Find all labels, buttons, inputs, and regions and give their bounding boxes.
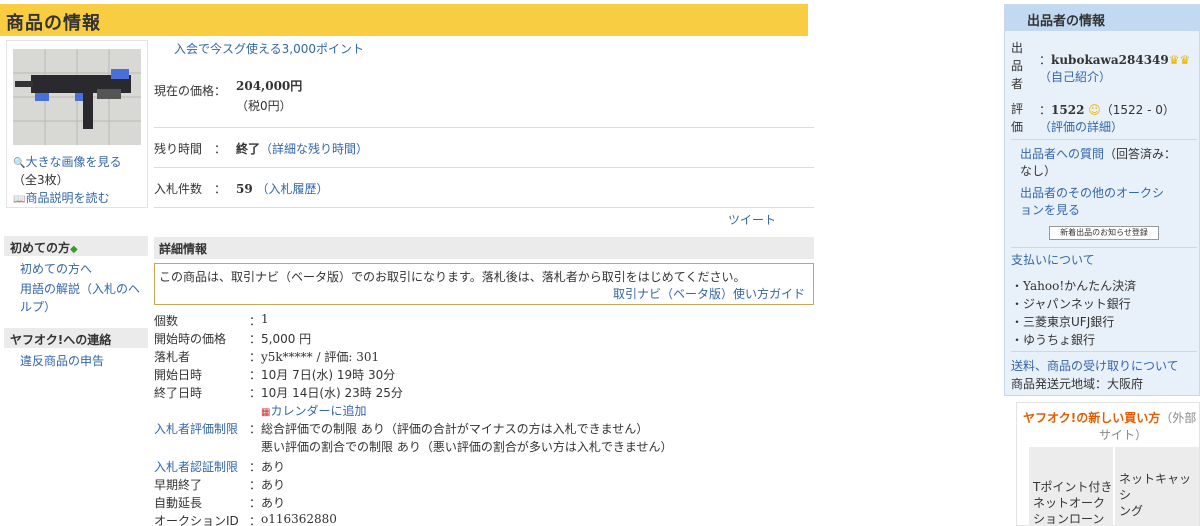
crown-icon: ♛♛ [1168, 53, 1191, 67]
auction-id-value: o116362880 [261, 512, 337, 526]
time-left-value: 終了（詳細な残り時間） [236, 142, 369, 156]
rating-label: 評 [1011, 102, 1024, 116]
detail-key: 早期終了 [154, 478, 203, 492]
new-way-to-buy-box: ヤフオク!の新しい買い方（外部 サイト） Tポイント付き ネットオーク ションローン… [1016, 402, 1200, 526]
contact-heading: ヤフオク!への連絡 [4, 328, 148, 348]
product-thumbnail[interactable] [13, 49, 141, 145]
add-calendar-link[interactable]: ▦カレンダーに追加 [261, 402, 366, 419]
promo-link[interactable]: 入会で今スグ使える3,000ポイント [174, 40, 364, 57]
rating-detail-link[interactable]: （評価の詳細） [1039, 118, 1123, 135]
seller-label: 品 [1011, 59, 1024, 73]
bid-count-row: 入札件数 ： 59 （入札履歴） [154, 168, 814, 208]
bid-count-label: 入札件数 ： [154, 182, 227, 196]
tax-amount: （税0円） [236, 99, 292, 113]
beginner-mark-icon: ◆ [70, 244, 78, 255]
winner-value: y5k***** / 評価: 301 [261, 350, 380, 364]
detail-key: 落札者 [154, 350, 191, 364]
seller-rating: ：1522 ☺（1522 - 0） [1039, 103, 1175, 117]
other-auctions-link[interactable]: 出品者のその他のオークシ [1020, 184, 1164, 201]
seller-name-link[interactable]: kubokawa284349 [1051, 53, 1169, 67]
current-price-row: 現在の価格： 204,000円 （税0円） [154, 62, 814, 128]
detail-value: 5,000 円 [261, 332, 312, 346]
magnifier-icon: 🔍 [13, 158, 26, 169]
seller-info-heading: 出品者の情報 [1005, 5, 1200, 31]
time-left-detail-link[interactable]: （詳細な残り時間） [260, 142, 368, 156]
seller-name: ：kubokawa284349♛♛ [1039, 53, 1191, 67]
image-count: （全3枚） [13, 173, 69, 187]
seller-label: 出 [1011, 41, 1024, 55]
thumbnail-box: 🔍大きな画像を見る （全3枚） 📖商品説明を読む [6, 40, 148, 208]
new-listing-register-button[interactable]: 新着出品のお知らせ登録 [1049, 226, 1159, 240]
current-price-value: 204,000円 [236, 79, 303, 93]
beginners-heading: 初めての方◆ [4, 236, 148, 256]
rating-label: 価 [1011, 120, 1024, 134]
bid-history-link[interactable]: （入札履歴） [257, 182, 329, 196]
sidebar-link-report[interactable]: 違反商品の申告 [20, 352, 104, 370]
detail-key: 個数 [154, 314, 179, 328]
detail-value: あり [261, 496, 286, 510]
current-price-label: 現在の価格： [154, 84, 227, 98]
notice-text: この商品は、取引ナビ（ベータ版）でのお取引になります。落札後は、落札者から取引を… [159, 270, 746, 284]
detail-value: あり [261, 460, 286, 474]
shipping-link[interactable]: 送料、商品の受け取りについて [1011, 357, 1179, 374]
bid-count-value: 59 （入札履歴） [236, 182, 329, 196]
trade-navi-guide-link[interactable]: 取引ナビ（ベータ版）使い方ガイド [613, 285, 805, 302]
detail-key: 終了日時 [154, 386, 203, 400]
question-count: なし） [1020, 164, 1057, 178]
detail-key: 開始日時 [154, 368, 203, 382]
page-title: 商品の情報 [6, 13, 101, 34]
sidebar-link-glossary-cont[interactable]: ルプ） [20, 298, 56, 316]
payment-item: ・ジャパンネット銀行 [1011, 297, 1131, 311]
detail-value: 総合評価での制限 あり（評価の合計がマイナスの方は入札できません） [261, 422, 649, 436]
seller-label: 者 [1011, 77, 1024, 91]
payment-item: ・ゆうちょ銀行 [1011, 333, 1096, 347]
seller-question-link[interactable]: 出品者への質問 [1020, 147, 1104, 161]
detail-value: あり [261, 478, 286, 492]
seller-question: 出品者への質問（回答済み： [1020, 147, 1177, 161]
payment-item: ・Yahoo!かんたん決済 [1011, 279, 1137, 293]
trade-navi-notice: この商品は、取引ナビ（ベータ版）でのお取引になります。落札後は、落札者から取引を… [154, 263, 814, 305]
payment-link[interactable]: 支払いについて [1011, 251, 1095, 268]
seller-info-panel: 出品者の情報 出 品 者 ：kubokawa284349♛♛ （自己紹介） 評 … [1004, 4, 1200, 396]
tpoint-loan-tile[interactable]: Tポイント付き ネットオーク ションローン [1029, 447, 1113, 526]
large-image-link[interactable]: 🔍大きな画像を見る [13, 153, 121, 170]
detail-value: 10月 7日(水) 19時 30分 [261, 368, 396, 382]
detail-value: 1 [261, 312, 269, 326]
tweet-link[interactable]: ツイート [728, 211, 776, 228]
detail-key: 開始時の価格 [154, 332, 227, 346]
new-way-title: ヤフオク!の新しい買い方（外部 サイト） [1023, 411, 1197, 442]
smile-icon: ☺ [1088, 103, 1101, 117]
book-icon: 📖 [13, 194, 26, 205]
time-left-row: 残り時間 ： 終了（詳細な残り時間） [154, 128, 814, 168]
page-title-bar: 商品の情報 [0, 4, 808, 36]
payment-item: ・三菱東京UFJ銀行 [1011, 315, 1115, 329]
detail-key: 自動延長 [154, 496, 203, 510]
sidebar-link-glossary[interactable]: 用語の解説（入札のヘ [20, 280, 140, 298]
bidder-rating-restriction-link[interactable]: 入札者評価制限 [154, 420, 238, 437]
net-cashing-tile[interactable]: ネットキャッシ ング [1115, 447, 1199, 526]
time-left-label: 残り時間 ： [154, 142, 227, 156]
ship-from: 商品発送元地域：大阪府 [1011, 377, 1144, 391]
detail-value: 10月 14日(水) 23時 25分 [261, 386, 403, 400]
details-heading: 詳細情報 [154, 237, 814, 259]
bidder-auth-restriction-link[interactable]: 入札者認証制限 [154, 458, 238, 475]
sidebar-link-beginners[interactable]: 初めての方へ [20, 260, 92, 278]
self-intro-link[interactable]: （自己紹介） [1039, 68, 1111, 85]
detail-key: オークションID [154, 514, 239, 526]
description-link[interactable]: 📖商品説明を読む [13, 189, 109, 206]
detail-value: 悪い評価の割合での制限 あり（悪い評価の割合が多い方は入札できません） [261, 440, 673, 454]
other-auctions-link-cont[interactable]: ョンを見る [1020, 201, 1080, 218]
